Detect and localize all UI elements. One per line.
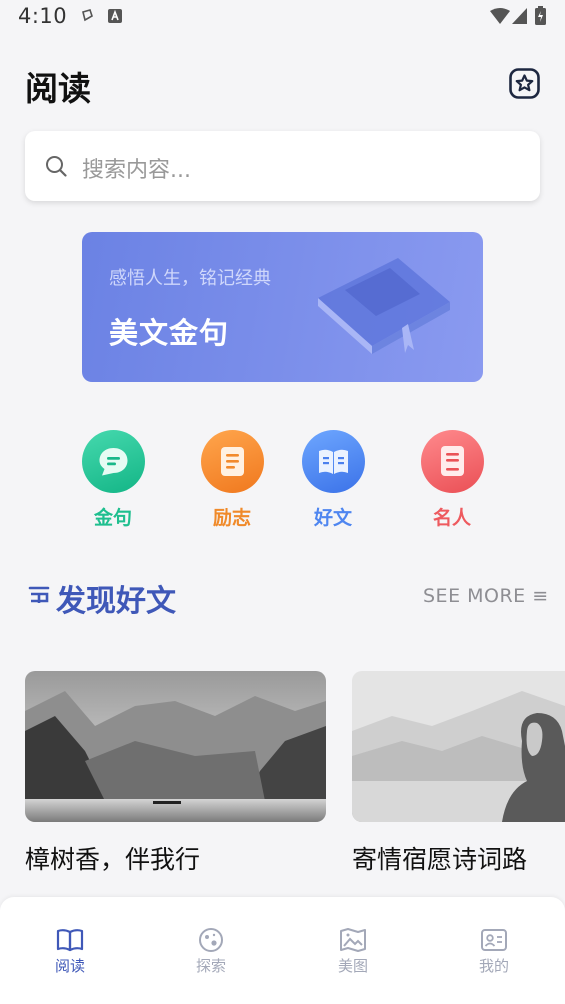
document-icon — [420, 430, 484, 493]
nav-label: 美图 — [337, 957, 368, 975]
nav-label: 我的 — [478, 957, 509, 975]
category-mingren[interactable]: 名人 — [420, 430, 484, 530]
signal-icon — [512, 8, 527, 24]
status-time: 4:10 — [18, 4, 68, 28]
bottom-navigation: 阅读 探索 美图 我的 — [0, 897, 565, 1004]
category-label: 金句 — [93, 507, 132, 529]
notification-icon — [82, 9, 93, 22]
promo-banner[interactable]: 感悟人生，铭记经典 美文金句 — [82, 232, 483, 382]
search-input[interactable]: 搜索内容... — [82, 152, 191, 184]
banner-subtitle: 感悟人生，铭记经典 — [109, 268, 271, 289]
chat-bubble-icon — [81, 430, 145, 493]
battery-icon — [535, 6, 546, 25]
category-label: 好文 — [313, 507, 352, 529]
book-icon — [56, 929, 84, 952]
category-jinju[interactable]: 金句 — [81, 430, 145, 530]
planet-icon — [199, 928, 223, 952]
nav-tab-pictures[interactable]: 美图 — [313, 927, 393, 976]
article-image[interactable] — [352, 671, 565, 822]
nav-label: 探索 — [195, 957, 226, 975]
category-label: 励志 — [212, 507, 251, 529]
book-illustration-icon — [318, 258, 450, 354]
search-icon — [46, 156, 67, 177]
article-image[interactable] — [25, 671, 326, 822]
category-label: 名人 — [432, 507, 471, 529]
article-title[interactable]: 樟树香，伴我行 — [25, 840, 200, 876]
section-title: 发现好文 — [56, 584, 176, 619]
article-title[interactable]: 寄情宿愿诗词路 — [352, 840, 527, 876]
nav-label: 阅读 — [54, 957, 85, 975]
search-bar[interactable]: 搜索内容... — [25, 131, 540, 201]
app-a-icon — [108, 9, 122, 23]
open-book-icon — [301, 430, 365, 493]
category-lizhi[interactable]: 励志 — [200, 430, 264, 530]
favorites-button[interactable] — [509, 68, 540, 99]
lake-mountains-photo — [25, 671, 326, 822]
page-title: 阅读 — [25, 69, 91, 108]
banner-title: 美文金句 — [109, 316, 230, 350]
wifi-icon — [490, 8, 510, 24]
notebook-icon — [200, 430, 264, 493]
nav-tab-mine[interactable]: 我的 — [454, 927, 534, 976]
picture-icon — [340, 928, 366, 952]
see-more-link[interactable]: SEE MORE ≡ — [423, 585, 549, 607]
profile-card-icon — [481, 929, 507, 951]
nav-tab-read[interactable]: 阅读 — [30, 927, 110, 976]
woman-landscape-photo — [352, 671, 565, 822]
status-bar: 4:10 — [0, 0, 565, 34]
section-logo-icon — [28, 586, 50, 603]
category-haowen[interactable]: 好文 — [301, 430, 365, 530]
nav-tab-explore[interactable]: 探索 — [171, 927, 251, 976]
star-badge-icon — [509, 68, 540, 99]
